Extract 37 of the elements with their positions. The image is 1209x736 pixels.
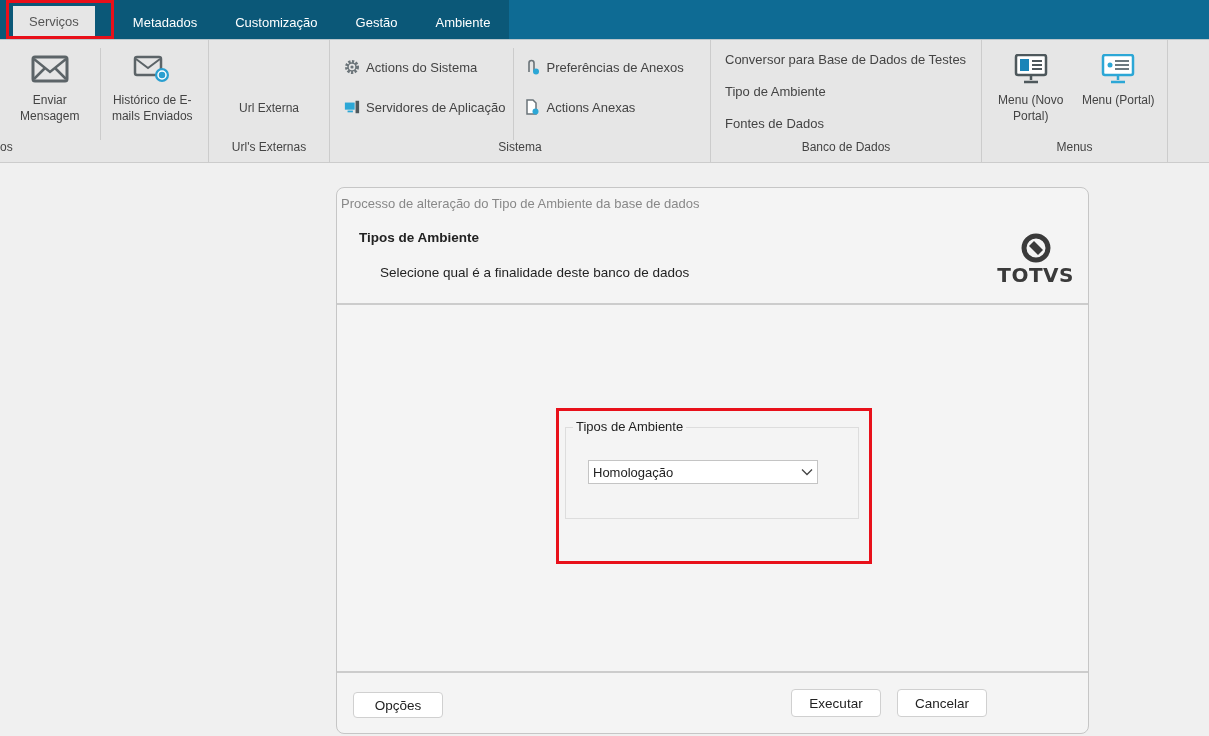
ribbon-button[interactable]: Menu (Novo Portal)	[988, 48, 1074, 140]
ribbon-button[interactable]: Preferências de Anexos	[524, 58, 684, 76]
dialog-heading: Tipos de Ambiente	[359, 230, 481, 245]
ribbon-button[interactable]: Histórico de E-mails Enviados	[102, 48, 202, 140]
ribbon-tab[interactable]: Metadados	[116, 6, 214, 39]
ribbon-button[interactable]: Fontes de Dados	[725, 114, 967, 132]
ribbon-button[interactable]: Menu (Portal)	[1075, 48, 1161, 140]
ribbon-tab[interactable]: Gestão	[339, 6, 414, 39]
ribbon-button[interactable]: Servidores de Aplicação	[344, 98, 506, 116]
cancel-button[interactable]: Cancelar	[897, 689, 987, 717]
dialog-subtitle: Selecione qual é a finalidade deste banco de dados	[380, 265, 690, 280]
execute-button[interactable]: Executar	[791, 689, 881, 717]
options-button[interactable]: Opções	[353, 692, 443, 718]
chevron-down-icon	[801, 468, 813, 476]
ribbon-tab[interactable]: Customização	[219, 6, 334, 39]
group-label: Url's Externas	[230, 140, 308, 156]
dropdown[interactable]: Homologação	[588, 460, 818, 484]
ribbon-button[interactable]: Url Externa	[215, 48, 323, 140]
gear-icon	[344, 59, 360, 75]
group-label: Banco de Dados	[800, 140, 892, 156]
document-icon	[524, 99, 541, 115]
ribbon-button[interactable]: Actions do Sistema	[344, 58, 506, 76]
logo-text: TOTVS	[997, 263, 1074, 287]
monitor-tower-icon	[344, 99, 360, 115]
logo-icon	[1020, 233, 1051, 263]
ribbon-button[interactable]: Enviar Mensagem	[0, 48, 101, 140]
ribbon-button[interactable]: Tipo de Ambiente	[725, 82, 967, 100]
group-legend: Tipos de Ambiente	[573, 419, 687, 434]
dialog-title: Processo de alteração do Tipo de Ambiente da base de dados	[340, 195, 701, 213]
ribbon-tab[interactable]: Ambiente	[419, 6, 507, 39]
ribbon-button[interactable]: Actions Anexas	[524, 98, 684, 116]
group-label: Menus	[1055, 140, 1094, 156]
group-label: Sistema	[497, 140, 543, 156]
group-label: os	[0, 140, 14, 156]
ribbon-button[interactable]: Conversor para Base de Dados de Testes	[725, 50, 967, 68]
ribbon-tab[interactable]: Serviços	[13, 6, 95, 36]
envelope-icon	[29, 54, 70, 84]
